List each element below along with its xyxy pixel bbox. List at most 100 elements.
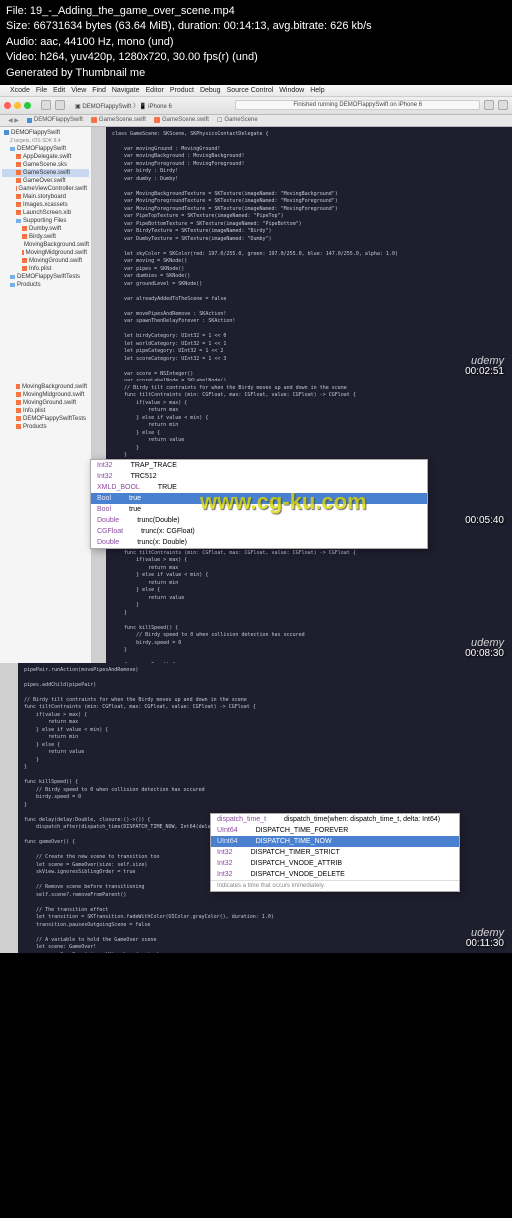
sidebar-item[interactable]: GameOver.swift	[2, 177, 89, 185]
cg-ku-watermark: www.cg-ku.com	[200, 489, 367, 515]
code-editor[interactable]: pipePair.runAction(movePipesAndRemove) p…	[18, 663, 512, 953]
sidebar-item[interactable]: GameScene.sks	[2, 161, 89, 169]
sidebar-item-label: Products	[17, 282, 41, 288]
autocomplete-row[interactable]: Int32DISPATCH_TIMER_STRICT	[211, 847, 459, 858]
sidebar-item[interactable]: Dumby.swift	[2, 225, 89, 233]
source-control-menu[interactable]: Source Control	[227, 87, 274, 94]
sidebar-item[interactable]: MovingBackground.swift	[2, 241, 89, 249]
sidebar-item[interactable]: Birdy.swift	[2, 233, 89, 241]
sidebar-item[interactable]: GameViewController.swift	[2, 185, 89, 193]
sidebar-item-label: LaunchScreen.xib	[23, 210, 71, 216]
size-line: Size: 66731634 bytes (63.64 MiB), durati…	[6, 19, 506, 34]
run-button[interactable]	[41, 100, 51, 110]
editor-menu[interactable]: Editor	[146, 87, 164, 94]
autocomplete-row[interactable]: UInt64DISPATCH_TIME_NOW	[211, 836, 459, 847]
edit-menu[interactable]: Edit	[53, 87, 65, 94]
autocomplete-row[interactable]: Int32TRC512	[91, 471, 427, 482]
tab-project[interactable]: DEMOFlappySwift	[27, 117, 83, 123]
swift-file-icon	[16, 154, 21, 159]
folder-icon	[10, 147, 15, 151]
sidebar-item[interactable]: DEMOFlappySwiftTests	[2, 415, 89, 423]
swift-file-icon	[16, 194, 21, 199]
window-menu[interactable]: Window	[279, 87, 304, 94]
sidebar-item[interactable]: DEMOFlappySwiftTests	[2, 273, 89, 281]
sidebar-item[interactable]: Main.storyboard	[2, 193, 89, 201]
zoom-button[interactable]	[24, 102, 31, 109]
folder-icon	[10, 283, 15, 287]
file-icon	[16, 384, 20, 389]
file-line: File: 19_-_Adding_the_game_over_scene.mp…	[6, 4, 506, 19]
sidebar-item[interactable]: Info.plist	[2, 265, 89, 273]
sidebar-item[interactable]: AppDelegate.swift	[2, 153, 89, 161]
panel-toggle-button[interactable]	[498, 100, 508, 110]
sidebar-item[interactable]: MovingMidground.swift	[2, 391, 89, 399]
sidebar-item[interactable]: MovingBackground.swift	[2, 383, 89, 391]
scheme-selector[interactable]: ▣ DEMOFlappySwift 〉📱 iPhone 6	[69, 101, 231, 110]
sidebar-item[interactable]: Products	[2, 281, 89, 289]
sidebar-item[interactable]: Images.xcassets	[2, 201, 89, 209]
sidebar-item-label: GameOver.swift	[23, 178, 66, 184]
swift-file-icon	[22, 266, 27, 271]
swift-file-icon	[22, 250, 24, 255]
xcode-menu[interactable]: Xcode	[10, 87, 30, 94]
file-icon	[16, 416, 21, 421]
file-icon	[16, 400, 21, 405]
minimize-button[interactable]	[14, 102, 21, 109]
autocomplete-row[interactable]: Doubletrunc(Double)	[91, 515, 427, 526]
tab-gamescene-class[interactable]: ☐ GameScene	[217, 117, 258, 124]
sidebar-item[interactable]: DEMOFlappySwift	[2, 145, 89, 153]
line-gutter	[92, 127, 106, 381]
view-menu[interactable]: View	[71, 87, 86, 94]
sidebar-item[interactable]: GameScene.swift	[2, 169, 89, 177]
editor-mode-button[interactable]	[484, 100, 494, 110]
sidebar-item[interactable]: MovingGround.swift	[2, 257, 89, 265]
swift-file-icon	[22, 234, 27, 239]
sidebar-item[interactable]: MovingMidground.swift	[2, 249, 89, 257]
autocomplete-popup[interactable]: dispatch_time_tdispatch_time(when: dispa…	[210, 813, 460, 892]
sidebar-item[interactable]: MovingGround.swift	[2, 399, 89, 407]
xcode-toolbar: ▣ DEMOFlappySwift 〉📱 iPhone 6 Finished r…	[0, 97, 512, 115]
file-icon	[16, 392, 21, 397]
file-menu[interactable]: File	[36, 87, 47, 94]
swift-file-icon	[16, 202, 21, 207]
thumbnail-frame-3: pipePair.runAction(movePipesAndRemove) p…	[0, 663, 512, 953]
sidebar-item[interactable]: Supporting Files	[2, 217, 89, 225]
generated-line: Generated by Thumbnail me	[6, 66, 506, 81]
sidebar-item-label: MovingMidground.swift	[26, 250, 87, 256]
debug-menu[interactable]: Debug	[200, 87, 221, 94]
swift-file-icon	[22, 226, 27, 231]
sidebar-item[interactable]: LaunchScreen.xib	[2, 209, 89, 217]
sidebar-item-label: MovingBackground.swift	[24, 242, 89, 248]
project-navigator[interactable]: DEMOFlappySwift 2 targets, iOS SDK 8.4 D…	[0, 127, 92, 381]
navigate-menu[interactable]: Navigate	[112, 87, 140, 94]
autocomplete-row[interactable]: Doubletrunc(x: Double)	[91, 537, 427, 548]
autocomplete-row[interactable]: Int32DISPATCH_VNODE_DELETE	[211, 869, 459, 880]
autocomplete-row[interactable]: Int32DISPATCH_VNODE_ATTRIB	[211, 858, 459, 869]
tab-gamescene[interactable]: GameScene.swift	[91, 117, 146, 123]
tab-gamescene2[interactable]: GameScene.swift	[154, 117, 209, 123]
sidebar-item[interactable]: Products	[2, 423, 89, 431]
product-menu[interactable]: Product	[170, 87, 194, 94]
sidebar-item-label: DEMOFlappySwift	[17, 146, 66, 152]
sidebar-item-label: GameViewController.swift	[18, 186, 87, 192]
stop-button[interactable]	[55, 100, 65, 110]
swift-file-icon	[16, 170, 21, 175]
close-button[interactable]	[4, 102, 11, 109]
autocomplete-row[interactable]: UInt64DISPATCH_TIME_FOREVER	[211, 825, 459, 836]
timestamp: 00:08:30	[465, 648, 504, 659]
swift-file-icon	[16, 178, 21, 183]
autocomplete-row[interactable]: dispatch_time_tdispatch_time(when: dispa…	[211, 814, 459, 825]
find-menu[interactable]: Find	[92, 87, 106, 94]
line-gutter	[0, 663, 18, 953]
code-editor[interactable]: class GameScene: SKScene, SKPhysicsConta…	[106, 127, 512, 381]
autocomplete-row[interactable]: Int32TRAP_TRACE	[91, 460, 427, 471]
sidebar-item-label: Images.xcassets	[23, 202, 68, 208]
help-menu[interactable]: Help	[310, 87, 324, 94]
autocomplete-row[interactable]: CGFloattrunc(x: CGFloat)	[91, 526, 427, 537]
project-navigator[interactable]: MovingBackground.swiftMovingMidground.sw…	[0, 381, 92, 663]
sidebar-item[interactable]: Info.plist	[2, 407, 89, 415]
sidebar-item-label: AppDelegate.swift	[23, 154, 71, 160]
editor-tabs: ◀ ▶ DEMOFlappySwift GameScene.swift Game…	[0, 115, 512, 127]
audio-line: Audio: aac, 44100 Hz, mono (und)	[6, 35, 506, 50]
sidebar-item-label: Birdy.swift	[29, 234, 56, 240]
